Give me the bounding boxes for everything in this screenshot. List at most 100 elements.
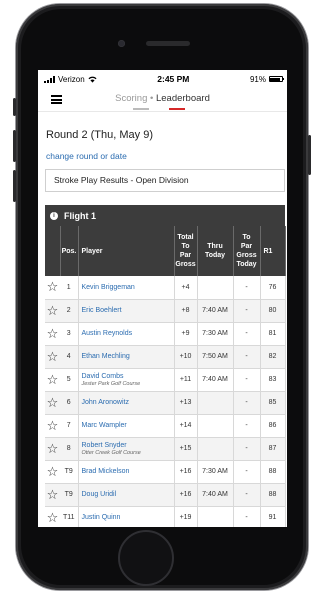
- pos-cell: 1: [60, 276, 79, 300]
- total-cell: +14: [174, 414, 198, 438]
- thru-cell: [197, 276, 234, 300]
- phone-power-button: [308, 135, 311, 175]
- star-icon[interactable]: ☆: [47, 303, 59, 318]
- star-icon[interactable]: ☆: [47, 395, 59, 410]
- pos-cell: 5: [60, 368, 79, 392]
- star-icon[interactable]: ☆: [47, 441, 59, 456]
- player-name-link[interactable]: Doug Uridil: [82, 491, 174, 498]
- table-row: ☆ 1 Kevin Briggeman +4 -76: [45, 276, 286, 300]
- star-icon[interactable]: ☆: [47, 372, 59, 387]
- player-cell: Austin Reynolds: [78, 322, 175, 346]
- header-thru-today[interactable]: Thru Today: [197, 226, 234, 276]
- change-round-link[interactable]: change round or date: [46, 151, 279, 161]
- player-cell: David Combs Jester Park Golf Course: [78, 368, 175, 392]
- app-header: Scoring • Leaderboard: [38, 88, 287, 112]
- favorite-star-cell: ☆: [45, 322, 60, 346]
- player-name-link[interactable]: John Aronowitz: [82, 399, 174, 406]
- r1-cell: 76: [260, 276, 286, 300]
- star-icon[interactable]: ☆: [47, 418, 59, 433]
- total-cell: +16: [174, 460, 198, 484]
- phone-mute-switch: [13, 98, 16, 116]
- flight-label: Flight 1: [64, 210, 96, 221]
- player-name-link[interactable]: Marc Wampler: [82, 422, 174, 429]
- pos-cell: T9: [60, 483, 79, 507]
- today-cell: -: [233, 368, 261, 392]
- r1-cell: 82: [260, 345, 286, 369]
- wifi-icon: [88, 76, 97, 83]
- info-icon[interactable]: i: [50, 211, 58, 220]
- header-player[interactable]: Player: [78, 226, 175, 276]
- favorite-star-cell: ☆: [45, 460, 60, 484]
- thru-cell: 7:40 AM: [197, 368, 234, 392]
- today-cell: -: [233, 437, 261, 461]
- battery-percent: 91%: [249, 74, 266, 84]
- star-icon[interactable]: ☆: [47, 279, 59, 294]
- player-name-link[interactable]: Austin Reynolds: [82, 330, 174, 337]
- player-name-link[interactable]: Eric Boehlert: [82, 307, 174, 314]
- header-r1[interactable]: R1: [260, 226, 286, 276]
- leaderboard-table: i Flight 1 Pos. Player Total To Par Gros…: [45, 205, 286, 527]
- main-content: Round 2 (Thu, May 9) change round or dat…: [38, 129, 287, 527]
- total-cell: +8: [174, 299, 198, 323]
- home-button[interactable]: [118, 530, 174, 586]
- favorite-star-cell: ☆: [45, 506, 60, 527]
- tab-leaderboard[interactable]: Leaderboard: [156, 93, 210, 104]
- r1-cell: 88: [260, 460, 286, 484]
- today-cell: -: [233, 391, 261, 415]
- pos-cell: 7: [60, 414, 79, 438]
- star-icon[interactable]: ☆: [47, 510, 59, 525]
- player-name-link[interactable]: David Combs: [82, 373, 174, 380]
- table-row: ☆ 5 David Combs Jester Park Golf Course +11 7…: [45, 368, 286, 392]
- player-cell: Kevin Briggeman: [78, 276, 175, 300]
- player-name-link[interactable]: Justin Quinn: [82, 514, 174, 521]
- header-to-par-today[interactable]: To Par Gross Today: [233, 226, 261, 276]
- tab-leaderboard-underline: [169, 108, 185, 110]
- r1-cell: 91: [260, 506, 286, 527]
- header-total-to-par[interactable]: Total To Par Gross: [174, 226, 198, 276]
- phone-volume-down: [13, 170, 16, 202]
- signal-icon: [44, 75, 55, 83]
- player-name-link[interactable]: Ethan Mechling: [82, 353, 174, 360]
- table-row: ☆ T9 Doug Uridil +16 7:40 AM -88: [45, 483, 286, 507]
- earpiece-speaker: [146, 41, 190, 46]
- table-row: ☆ 2 Eric Boehlert +8 7:40 AM -80: [45, 299, 286, 323]
- pos-cell: 8: [60, 437, 79, 461]
- today-cell: -: [233, 506, 261, 527]
- player-name-link[interactable]: Brad Mickelson: [82, 468, 174, 475]
- favorite-star-cell: ☆: [45, 437, 60, 461]
- player-name-link[interactable]: Kevin Briggeman: [82, 284, 174, 291]
- today-cell: -: [233, 322, 261, 346]
- table-row: ☆ 3 Austin Reynolds +9 7:30 AM -81: [45, 322, 286, 346]
- tab-scoring[interactable]: Scoring: [115, 93, 147, 104]
- player-cell: Marc Wampler: [78, 414, 175, 438]
- division-selector[interactable]: Stroke Play Results - Open Division: [45, 169, 285, 192]
- player-cell: Robert Snyder Otter Creek Golf Course: [78, 437, 175, 461]
- r1-cell: 81: [260, 322, 286, 346]
- today-cell: -: [233, 299, 261, 323]
- header-pos[interactable]: Pos.: [60, 226, 79, 276]
- table-header-row: Pos. Player Total To Par Gross Thru Toda…: [45, 226, 286, 276]
- page-title: Round 2 (Thu, May 9): [46, 129, 153, 141]
- total-cell: +4: [174, 276, 198, 300]
- player-name-link[interactable]: Robert Snyder: [82, 442, 174, 449]
- star-icon[interactable]: ☆: [47, 326, 59, 341]
- total-cell: +19: [174, 506, 198, 527]
- pos-cell: 2: [60, 299, 79, 323]
- player-cell: Justin Quinn: [78, 506, 175, 527]
- star-icon[interactable]: ☆: [47, 464, 59, 479]
- total-cell: +16: [174, 483, 198, 507]
- table-row: ☆ 6 John Aronowitz +13 -85: [45, 391, 286, 415]
- star-icon[interactable]: ☆: [47, 487, 59, 502]
- table-row: ☆ T11 Justin Quinn +19 -91: [45, 506, 286, 527]
- total-cell: +15: [174, 437, 198, 461]
- battery-icon: [268, 76, 285, 82]
- thru-cell: 7:30 AM: [197, 460, 234, 484]
- thru-cell: 7:40 AM: [197, 299, 234, 323]
- star-icon[interactable]: ☆: [47, 349, 59, 364]
- tab-scoring-underline: [133, 108, 149, 110]
- front-camera: [118, 40, 125, 47]
- pos-cell: 3: [60, 322, 79, 346]
- status-bar: Verizon 2:45 PM 91%: [38, 70, 287, 88]
- division-label: Stroke Play Results - Open Division: [54, 175, 189, 185]
- player-cell: John Aronowitz: [78, 391, 175, 415]
